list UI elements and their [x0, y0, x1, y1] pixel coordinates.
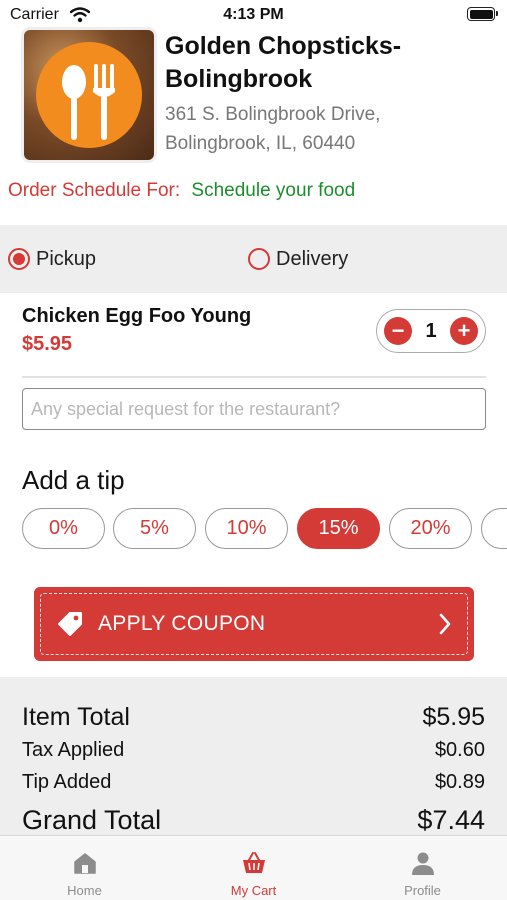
radio-unselected-icon	[248, 248, 270, 270]
delivery-radio[interactable]: Delivery	[248, 247, 348, 271]
special-request-input[interactable]	[22, 388, 486, 430]
item-total-value: $5.95	[422, 703, 485, 731]
tab-profile[interactable]: Profile	[338, 836, 507, 900]
home-icon	[74, 853, 96, 874]
tip-option-5[interactable]: 5%	[113, 508, 196, 549]
tab-profile-label: Profile	[404, 883, 441, 898]
item-total-row: Item Total $5.95	[22, 703, 485, 732]
tip-option-15[interactable]: 15%	[297, 508, 380, 549]
status-bar: Carrier 4:13 PM	[0, 0, 507, 30]
basket-icon	[243, 852, 265, 873]
item-price: $5.95	[22, 333, 73, 355]
tip-title: Add a tip	[22, 465, 125, 495]
decrease-quantity-button[interactable]: −	[384, 317, 412, 345]
order-totals: Item Total $5.95 Tax Applied $0.60 Tip A…	[0, 677, 507, 837]
tip-row: Tip Added $0.89	[22, 771, 485, 794]
grand-total-value: $7.44	[417, 805, 485, 835]
cart-item: Chicken Egg Foo Young $5.95 − 1 +	[22, 305, 486, 377]
restaurant-logo	[24, 30, 154, 160]
restaurant-address: 361 S. Bolingbrook Drive, Bolingbrook, I…	[165, 104, 381, 154]
tip-option-20[interactable]: 20%	[389, 508, 472, 549]
quantity-stepper: − 1 +	[376, 309, 486, 353]
restaurant-name: Golden Chopsticks- Bolingbrook	[165, 32, 402, 93]
tip-option-0[interactable]: 0%	[22, 508, 105, 549]
item-name: Chicken Egg Foo Young	[22, 305, 252, 327]
tab-home[interactable]: Home	[0, 836, 169, 900]
apply-coupon-button[interactable]: APPLY COUPON	[34, 587, 474, 661]
order-schedule[interactable]: Order Schedule For: Schedule your food	[8, 180, 355, 202]
grand-total-label: Grand Total	[22, 805, 162, 835]
tip-option-10[interactable]: 10%	[205, 508, 288, 549]
delivery-label: Delivery	[276, 247, 349, 270]
schedule-value[interactable]: Schedule your food	[191, 180, 355, 201]
battery-icon	[467, 7, 498, 21]
tax-row: Tax Applied $0.60	[22, 739, 485, 762]
tip-value: $0.89	[434, 771, 485, 793]
clock-label: 4:13 PM	[223, 6, 284, 23]
tax-value: $0.60	[434, 739, 485, 761]
tax-label: Tax Applied	[22, 739, 125, 761]
item-total-label: Item Total	[22, 703, 130, 731]
tag-icon	[58, 612, 82, 636]
spoon-fork-icon	[62, 64, 115, 140]
quantity-value: 1	[425, 319, 437, 342]
pickup-radio[interactable]: Pickup	[8, 247, 96, 271]
order-type-selector: Pickup Delivery	[0, 225, 507, 293]
tip-label: Tip Added	[22, 771, 112, 793]
apply-coupon-label: APPLY COUPON	[98, 612, 266, 635]
tip-option-more[interactable]	[481, 508, 507, 549]
pickup-label: Pickup	[36, 247, 97, 270]
tab-home-label: Home	[67, 883, 102, 898]
chevron-right-icon	[439, 613, 451, 635]
tip-options: 0% 5% 10% 15% 20%	[22, 508, 507, 550]
restaurant-header: Golden Chopsticks- Bolingbrook 361 S. Bo…	[22, 28, 492, 163]
tab-bar: Home My Cart Profile	[0, 835, 507, 900]
item-divider	[22, 376, 486, 378]
tab-my-cart-label: My Cart	[230, 883, 277, 898]
person-icon	[412, 852, 434, 875]
tab-my-cart[interactable]: My Cart	[169, 836, 338, 900]
grand-total-row: Grand Total $7.44	[22, 805, 485, 836]
increase-quantity-button[interactable]: +	[450, 317, 478, 345]
radio-selected-icon	[8, 248, 30, 270]
schedule-label: Order Schedule For:	[8, 180, 181, 201]
